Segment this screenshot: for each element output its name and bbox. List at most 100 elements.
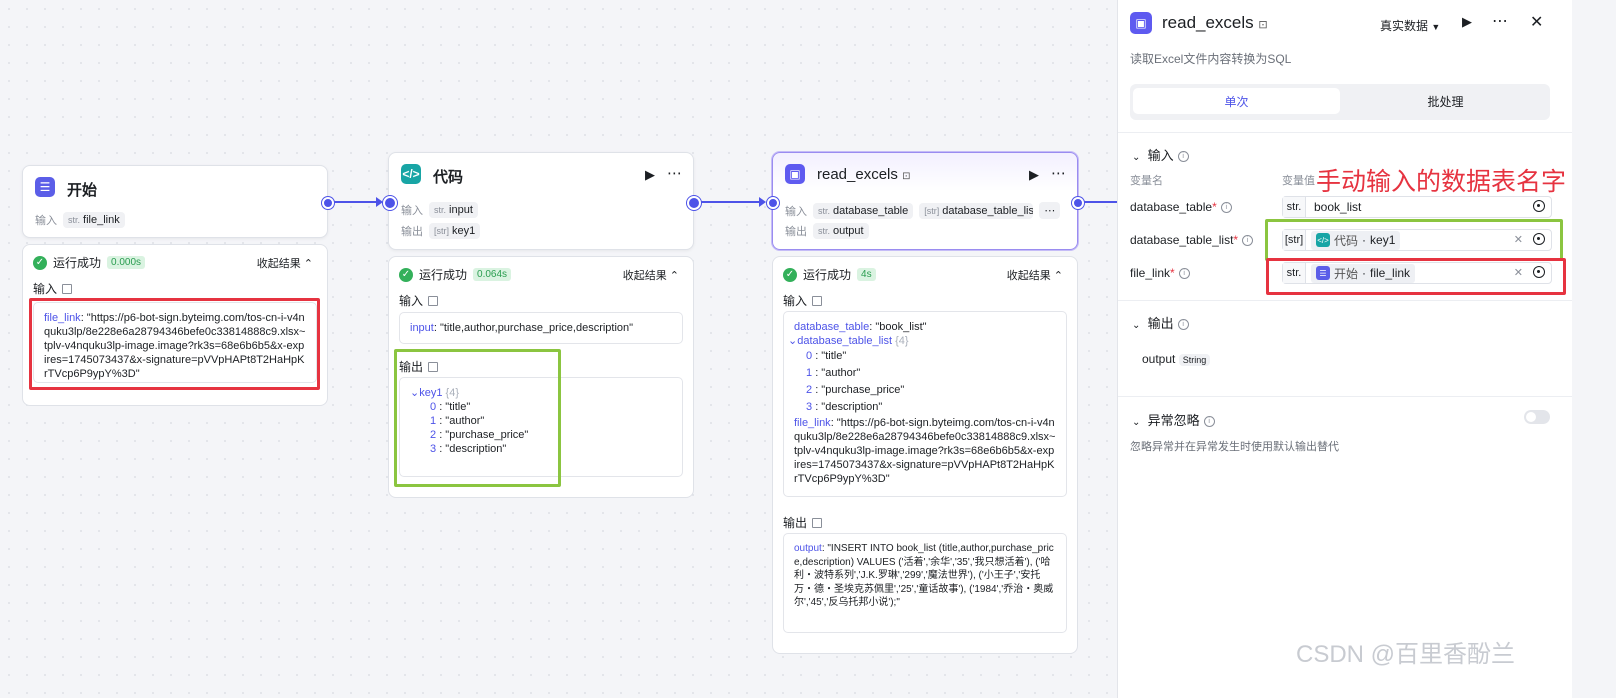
more-params-icon[interactable]: ⋯ xyxy=(1039,202,1061,219)
data-mode-dropdown[interactable]: 真实数据 ▼ xyxy=(1380,17,1440,34)
param-chip: str. database_table xyxy=(813,202,914,219)
chevron-up-icon: ⌃ xyxy=(1053,270,1063,282)
status-text: 运行成功 xyxy=(803,268,852,282)
input-entry: database_table: "book_list" xyxy=(794,320,1056,334)
value-key: file_link xyxy=(794,417,831,429)
item-value: : "author" xyxy=(815,367,861,379)
list-item: 3 : "description" xyxy=(794,399,1056,416)
green-highlight-table-list xyxy=(1265,219,1563,261)
chevron-down-icon: ⌄ xyxy=(1132,152,1141,163)
run-test-button[interactable]: ▶ xyxy=(1462,14,1472,30)
read-result-output-box: output: "INSERT INTO book_list (title,au… xyxy=(783,533,1067,633)
status-text: 运行成功 xyxy=(53,256,102,270)
array-count: {4} xyxy=(895,335,909,347)
close-icon[interactable]: ✕ xyxy=(1530,12,1543,32)
read-out-port[interactable] xyxy=(1072,197,1084,209)
start-node[interactable]: ☰ 开始 输入 str. file_link xyxy=(22,165,328,238)
output-section-header[interactable]: ⌄ 输出 i xyxy=(1132,313,1189,332)
value-key: output xyxy=(794,543,822,554)
section-label: 输入 xyxy=(783,294,808,308)
read-excels-node[interactable]: ▣ read_excels ⊡ ▶ ⋯ 输入 str. database_tabl… xyxy=(772,152,1078,250)
column-value-label: 变量值 xyxy=(1282,175,1315,187)
copy-icon[interactable] xyxy=(812,517,823,528)
tab-batch[interactable]: 批处理 xyxy=(1344,88,1547,114)
info-icon: i xyxy=(1242,235,1254,247)
mode-tabs: 单次 批处理 xyxy=(1130,84,1550,120)
code-collapse-button[interactable]: 收起结果 ⌃ xyxy=(623,267,679,283)
more-options-icon[interactable]: ⋯ xyxy=(1492,11,1508,31)
copy-icon[interactable] xyxy=(428,295,439,306)
info-icon: i xyxy=(1177,319,1189,331)
list-item: 2 : "purchase_price" xyxy=(794,382,1056,399)
input-section-header[interactable]: ⌄ 输入 i xyxy=(1132,145,1189,164)
read-result-input-box: database_table: "book_list" ⌄database_ta… xyxy=(783,311,1067,497)
output-name: output xyxy=(1142,352,1176,366)
type-label: [str] xyxy=(434,226,449,236)
success-check-icon: ✓ xyxy=(783,267,797,282)
param-chip: [str] database_table_list xyxy=(919,202,1034,219)
input-tree-root[interactable]: ⌄database_table_list {4} xyxy=(788,334,1056,348)
annotation-text: 手动输入的数据表名字 xyxy=(1316,168,1567,196)
item-index: 0 xyxy=(806,350,813,362)
type-label: str. xyxy=(68,215,81,225)
param-chip: str. input xyxy=(429,202,478,218)
item-value: : "purchase_price" xyxy=(815,384,905,396)
copy-icon[interactable] xyxy=(62,283,73,294)
success-check-icon: ✓ xyxy=(33,255,47,270)
item-value: : "title" xyxy=(815,350,847,362)
info-icon: i xyxy=(1177,151,1189,163)
collapse-label: 收起结果 xyxy=(256,258,301,270)
item-index: 3 xyxy=(806,401,813,413)
read-result-status: ✓ 运行成功 4s xyxy=(783,266,876,283)
value-text: : "INSERT INTO book_list (title,author,p… xyxy=(794,543,1054,608)
start-collapse-button[interactable]: 收起结果 ⌃ xyxy=(257,255,313,271)
read-collapse-button[interactable]: 收起结果 ⌃ xyxy=(1007,267,1063,283)
status-text: 运行成功 xyxy=(419,268,468,282)
red-highlight-file-link xyxy=(1266,258,1566,295)
section-label: 输出 xyxy=(783,516,808,530)
start-node-param-chip: str. file_link xyxy=(63,212,125,228)
lock-icon: ⊡ xyxy=(902,171,911,182)
param-chip: [str] key1 xyxy=(429,223,481,239)
code-result-input-box: input: "title,author,purchase_price,desc… xyxy=(399,312,683,344)
exception-description: 忽略异常并在异常发生时使用默认输出替代 xyxy=(1130,441,1339,453)
code-node-icon: </> xyxy=(401,164,421,184)
sidebar-title: read_excels ⊡ xyxy=(1162,13,1268,33)
field-label-file-link: file_link* i xyxy=(1130,266,1190,280)
exception-section-header[interactable]: ⌄ 异常忽略 i xyxy=(1132,410,1215,429)
run-node-button[interactable]: ▶ xyxy=(645,167,655,183)
param-name: database_table_list xyxy=(942,204,1034,217)
code-in-port[interactable] xyxy=(383,196,397,210)
database-table-input[interactable]: str. book_list xyxy=(1282,196,1552,218)
green-highlight-code-output xyxy=(394,349,561,487)
caret-down-icon: ▼ xyxy=(1431,22,1441,32)
read-node-output-row: 输出 str. output xyxy=(785,223,869,239)
start-out-port[interactable] xyxy=(322,197,334,209)
edge-arrow-icon xyxy=(759,197,766,207)
more-options-icon[interactable]: ⋯ xyxy=(1051,164,1066,182)
run-node-button[interactable]: ▶ xyxy=(1029,167,1039,183)
read-result-output-heading: 输出 xyxy=(783,514,823,531)
more-options-icon[interactable]: ⋯ xyxy=(667,164,682,182)
sidebar-description: 读取Excel文件内容转换为SQL xyxy=(1130,52,1292,66)
variable-picker-icon[interactable] xyxy=(1533,200,1545,212)
field-label-database-table-list: database_table_list* i xyxy=(1130,233,1254,247)
field-type: str. xyxy=(1283,197,1306,217)
info-icon: i xyxy=(1203,416,1215,428)
edge-read-next xyxy=(1081,201,1117,203)
exception-toggle[interactable] xyxy=(1524,410,1550,424)
param-name: file_link xyxy=(83,214,120,226)
info-icon: i xyxy=(1178,268,1190,280)
copy-icon[interactable] xyxy=(812,295,823,306)
divider xyxy=(1118,132,1573,133)
divider xyxy=(1118,396,1573,397)
read-in-port[interactable] xyxy=(767,197,779,209)
code-out-port[interactable] xyxy=(687,196,701,210)
type-label: str. xyxy=(434,205,447,215)
code-node[interactable]: </> 代码 ▶ ⋯ 输入 str. input 输出 [str] key1 xyxy=(388,152,694,250)
type-label: str. xyxy=(818,205,831,216)
tab-single[interactable]: 单次 xyxy=(1133,88,1340,114)
time-badge: 0.064s xyxy=(473,268,512,281)
chevron-up-icon: ⌃ xyxy=(669,270,679,282)
input-entry: file_link: "https://p6-bot-sign.byteimg.… xyxy=(794,416,1056,486)
